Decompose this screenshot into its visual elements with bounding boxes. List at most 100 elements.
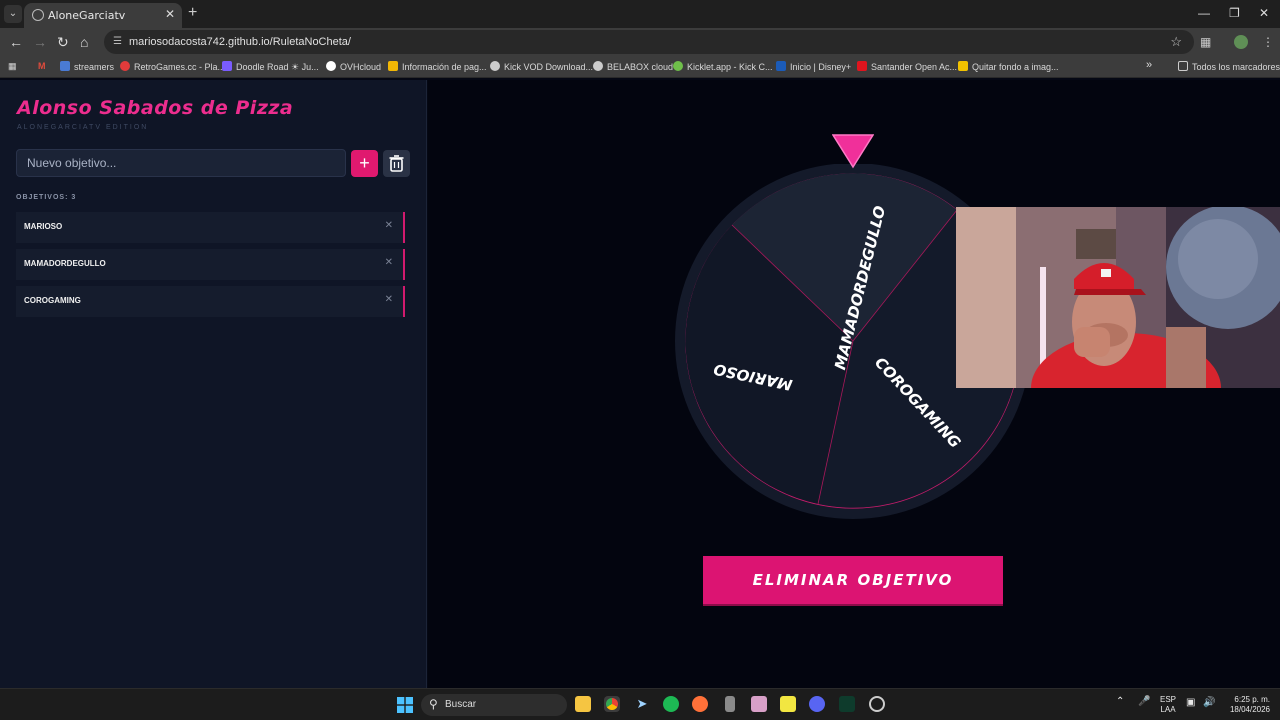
bookmark-item[interactable]: Kicklet.app - Kick C... — [673, 61, 773, 72]
list-item: COROGAMING ✕ — [16, 286, 405, 317]
home-icon[interactable]: ⌂ — [80, 34, 88, 50]
bookmark-item[interactable]: BELABOX cloud — [593, 61, 673, 72]
bookmark-item[interactable]: OVHcloud — [326, 61, 381, 72]
bookmark-label: Kicklet.app - Kick C... — [687, 62, 773, 72]
forward-arrow-icon[interactable]: → — [33, 34, 47, 50]
volume-icon[interactable]: 🔊 — [1203, 698, 1215, 708]
tab-search-chevron-icon[interactable]: ⌄ — [4, 5, 22, 23]
apps-grid-icon[interactable]: ▦ — [8, 61, 17, 72]
trash-icon — [389, 155, 404, 172]
list-item: MARIOSO ✕ — [16, 212, 405, 243]
taskbar-search[interactable]: ⚲ Buscar — [421, 694, 567, 716]
browser-tab-strip: ⌄ AloneGarciatv ✕ + — ❐ ✕ — [0, 0, 1280, 28]
bookmark-favicon-icon — [776, 61, 786, 71]
spotify-icon[interactable] — [663, 696, 679, 712]
bookmark-label: Kick VOD Download... — [504, 62, 594, 72]
browser-toolbar: ← → ↻ ⌂ ☰ mariosodacosta742.github.io/Ru… — [0, 28, 1280, 56]
clock[interactable]: 6:25 p. m. 18/04/2026 — [1224, 695, 1270, 715]
bookmark-item[interactable]: Kick VOD Download... — [490, 61, 593, 72]
bookmark-label: BELABOX cloud — [607, 62, 674, 72]
bookmarks-bar: ▦ M streamers RetroGames.cc - Pla... Doo… — [0, 56, 1280, 78]
gmail-icon[interactable]: M — [38, 61, 46, 71]
profile-avatar-icon[interactable] — [1234, 35, 1248, 49]
keyboard-layout: LAA — [1160, 705, 1176, 714]
app-title: Alonso Sabados de Pizza — [17, 97, 294, 119]
objective-count: OBJETIVOS: 3 — [16, 194, 77, 201]
tab-close-icon[interactable]: ✕ — [165, 7, 175, 21]
back-arrow-icon[interactable]: ← — [9, 34, 23, 50]
reload-icon[interactable]: ↻ — [57, 34, 69, 50]
bookmark-label: streamers — [74, 62, 115, 72]
browser-menu-icon[interactable]: ⋮ — [1262, 35, 1274, 49]
language-indicator[interactable]: ESP LAA — [1160, 695, 1176, 715]
bookmark-item[interactable]: RetroGames.cc - Pla... — [120, 61, 225, 72]
app-taskbar-icon[interactable] — [725, 696, 735, 712]
file-explorer-icon[interactable] — [575, 696, 591, 712]
bookmark-label: Quitar fondo a imag... — [972, 62, 1059, 72]
bookmark-label: Inicio | Disney+ — [790, 62, 852, 72]
add-objective-button[interactable]: + — [351, 150, 378, 177]
bookmarks-overflow-icon[interactable]: » — [1146, 59, 1152, 71]
firefox-icon[interactable] — [692, 696, 708, 712]
window-close-icon[interactable]: ✕ — [1259, 6, 1269, 20]
all-bookmarks-folder[interactable]: Todos los marcadores — [1178, 61, 1280, 72]
microphone-icon[interactable]: 🎤 — [1138, 697, 1150, 707]
bookmark-label: RetroGames.cc - Pla... — [134, 62, 226, 72]
list-item-label: MARIOSO — [24, 222, 63, 231]
browser-tab[interactable]: AloneGarciatv ✕ — [24, 3, 182, 28]
remove-item-icon[interactable]: ✕ — [385, 257, 393, 268]
extensions-puzzle-icon[interactable]: ▦ — [1200, 35, 1211, 49]
wheel-pointer-icon — [832, 134, 874, 169]
address-bar[interactable]: ☰ mariosodacosta742.github.io/RuletaNoCh… — [104, 30, 1194, 54]
minimize-icon[interactable]: — — [1198, 6, 1210, 20]
url-text: mariosodacosta742.github.io/RuletaNoChet… — [129, 36, 351, 48]
bookmark-item[interactable]: Doodle Road ☀ Ju... — [222, 61, 319, 73]
sticky-notes-icon[interactable] — [780, 696, 796, 712]
discord-icon[interactable] — [809, 696, 825, 712]
bookmark-item[interactable]: Quitar fondo a imag... — [958, 61, 1059, 72]
clock-date: 18/04/2026 — [1229, 705, 1270, 714]
taskbar-search-label: Buscar — [445, 699, 477, 710]
windows-start-icon[interactable] — [397, 697, 413, 713]
remove-objective-button[interactable]: ELIMINAR OBJETIVO — [703, 556, 1003, 606]
bookmark-item[interactable]: Inicio | Disney+ — [776, 61, 851, 72]
site-info-icon[interactable]: ☰ — [113, 36, 125, 48]
remove-item-icon[interactable]: ✕ — [385, 220, 393, 231]
webcam-overlay — [956, 207, 1280, 388]
bookmark-item[interactable]: Información de pag... — [388, 61, 487, 72]
bookmark-favicon-icon — [326, 61, 336, 71]
bookmark-favicon-icon — [593, 61, 603, 71]
list-item-label: MAMADORDEGULLO — [24, 259, 106, 268]
list-item-label: COROGAMING — [24, 296, 81, 305]
all-bookmarks-label: Todos los marcadores — [1192, 62, 1280, 72]
bookmark-item[interactable]: streamers — [60, 61, 114, 72]
maximize-icon[interactable]: ❐ — [1229, 6, 1240, 20]
bookmark-favicon-icon — [857, 61, 867, 71]
chrome-taskbar-button[interactable] — [604, 696, 620, 712]
bookmark-favicon-icon — [120, 61, 130, 71]
app-subtitle: ALONEGARCIATV EDITION — [17, 124, 149, 131]
bookmark-item[interactable]: Santander Open Ac... — [857, 61, 957, 72]
tray-chevron-icon[interactable]: ⌃ — [1116, 697, 1124, 707]
new-objective-input[interactable] — [16, 149, 346, 177]
remove-item-icon[interactable]: ✕ — [385, 294, 393, 305]
bookmark-label: Información de pag... — [402, 62, 487, 72]
bookmark-label: Doodle Road ☀ Ju... — [236, 62, 319, 72]
app-taskbar-icon[interactable] — [839, 696, 855, 712]
clear-list-button[interactable] — [383, 150, 410, 177]
bookmark-favicon-icon — [60, 61, 70, 71]
bookmark-label: OVHcloud — [340, 62, 382, 72]
steam-icon[interactable]: ➤ — [634, 696, 650, 712]
network-icon[interactable]: ▣ — [1186, 698, 1195, 708]
app-taskbar-icon[interactable] — [751, 696, 767, 712]
obs-icon[interactable] — [869, 696, 885, 712]
new-tab-plus-icon[interactable]: + — [188, 4, 197, 22]
bookmark-favicon-icon — [490, 61, 500, 71]
windows-taskbar: ⚲ Buscar ➤ ⌃ 🎤 ESP LAA ▣ 🔊 6:25 p. m. 18… — [0, 688, 1280, 720]
bookmark-favicon-icon — [388, 61, 398, 71]
bookmark-label: Santander Open Ac... — [871, 62, 958, 72]
list-item: MAMADORDEGULLO ✕ — [16, 249, 405, 280]
bookmark-star-icon[interactable]: ☆ — [1170, 34, 1182, 50]
streamer-webcam-image — [956, 207, 1280, 388]
bookmark-favicon-icon — [222, 61, 232, 71]
